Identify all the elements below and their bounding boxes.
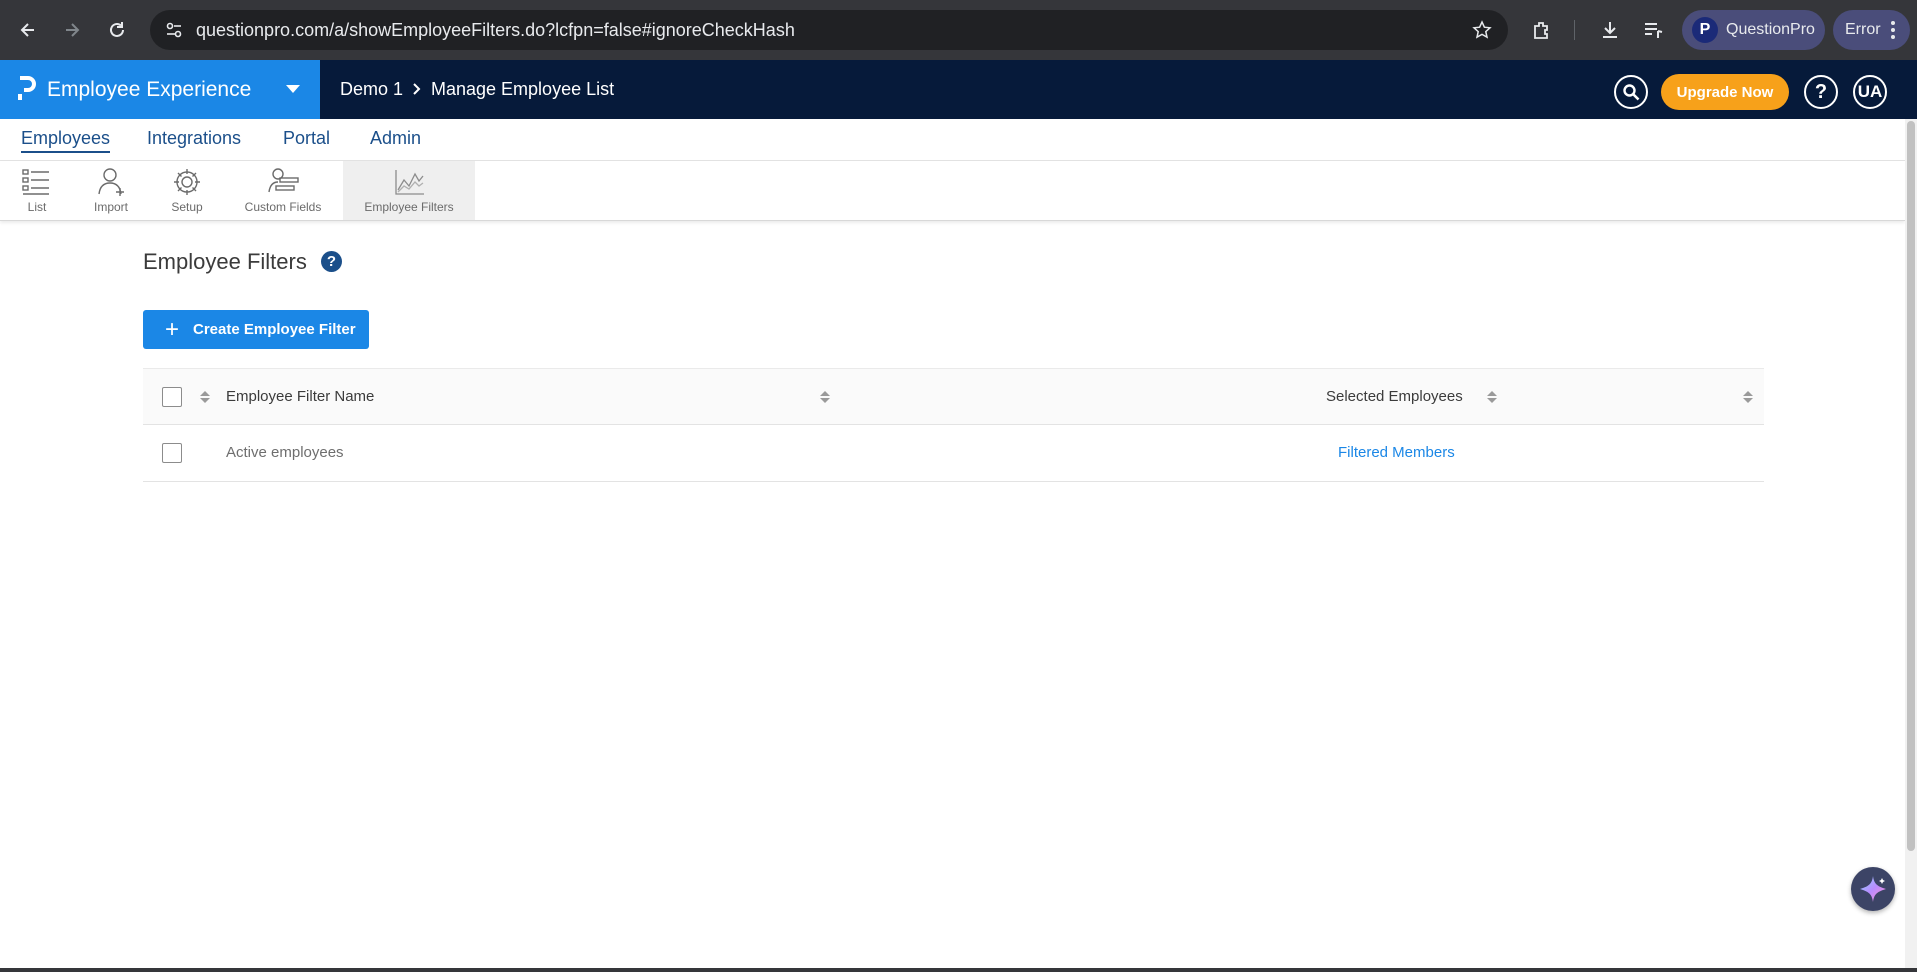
- column-header-filter-name[interactable]: Employee Filter Name: [226, 388, 374, 405]
- table-row: Active employees Filtered Members: [143, 425, 1764, 482]
- scrollbar-thumb[interactable]: [1907, 121, 1915, 851]
- extensions-icon[interactable]: [1526, 14, 1558, 46]
- product-title: Employee Experience: [47, 78, 252, 101]
- error-menu-button[interactable]: Error: [1833, 10, 1910, 50]
- column-header-selected-employees[interactable]: Selected Employees: [1326, 388, 1463, 405]
- profile-avatar: P: [1692, 17, 1718, 43]
- media-queue-icon[interactable]: [1637, 14, 1669, 46]
- user-add-icon: [98, 168, 124, 196]
- url-text[interactable]: questionpro.com/a/showEmployeeFilters.do…: [196, 20, 795, 41]
- subnav-setup-label: Setup: [171, 200, 203, 214]
- toolbar-divider: [1574, 20, 1575, 40]
- search-icon: [1623, 84, 1640, 101]
- page-title: Employee Filters: [143, 249, 307, 274]
- row-checkbox[interactable]: [162, 443, 182, 463]
- user-avatar-button[interactable]: UA: [1853, 75, 1887, 109]
- gear-icon: [174, 169, 200, 195]
- chart-icon: [395, 170, 424, 195]
- download-icon[interactable]: [1594, 14, 1626, 46]
- sort-icon[interactable]: [1487, 391, 1497, 405]
- app-header: Employee Experience Demo 1 Manage Employ…: [0, 60, 1917, 119]
- create-employee-filter-button[interactable]: + Create Employee Filter: [143, 310, 369, 349]
- site-settings-icon[interactable]: [162, 18, 186, 42]
- questionpro-logo-icon: [18, 76, 36, 100]
- upgrade-now-button[interactable]: Upgrade Now: [1661, 74, 1789, 110]
- subnav-import-label: Import: [93, 200, 128, 214]
- subnav-custom-fields[interactable]: Custom Fields: [240, 161, 326, 220]
- sort-icon[interactable]: [1743, 391, 1753, 405]
- table-header-row: Employee Filter Name Selected Employees: [143, 368, 1764, 425]
- profile-button[interactable]: P QuestionPro: [1682, 10, 1825, 50]
- product-switcher[interactable]: Employee Experience: [0, 60, 320, 119]
- bookmark-star-icon[interactable]: [1470, 18, 1494, 42]
- sort-icon[interactable]: [820, 391, 830, 405]
- sparkle-icon: [1860, 876, 1886, 902]
- ai-assistant-button[interactable]: [1851, 867, 1895, 911]
- breadcrumb-project[interactable]: Demo 1: [340, 79, 403, 100]
- page-scrollbar[interactable]: [1905, 119, 1917, 972]
- back-icon[interactable]: [12, 14, 44, 46]
- subnav-list-label: List: [27, 200, 47, 214]
- page: questionpro.com/a/showEmployeeFilters.do…: [0, 0, 1917, 972]
- caret-down-icon: [286, 85, 300, 93]
- help-circle-icon[interactable]: ?: [321, 251, 342, 272]
- custom-fields-icon: [268, 168, 299, 193]
- primary-nav: Employees Integrations Portal Admin: [0, 119, 1905, 161]
- browser-toolbar: questionpro.com/a/showEmployeeFilters.do…: [0, 0, 1917, 60]
- error-label: Error: [1845, 21, 1881, 38]
- select-all-checkbox[interactable]: [162, 387, 182, 407]
- forward-icon[interactable]: [56, 14, 88, 46]
- address-bar[interactable]: questionpro.com/a/showEmployeeFilters.do…: [150, 10, 1508, 50]
- sort-icon[interactable]: [200, 391, 210, 405]
- subnav-employee-filters-label: Employee Filters: [364, 200, 454, 214]
- list-icon: [22, 169, 49, 195]
- create-employee-filter-label: Create Employee Filter: [193, 321, 356, 338]
- employee-filters-table: Employee Filter Name Selected Employees …: [143, 368, 1764, 482]
- chevron-right-icon: [413, 83, 421, 95]
- reload-icon[interactable]: [101, 14, 133, 46]
- subnav-employee-filters[interactable]: Employee Filters: [343, 161, 475, 220]
- plus-icon: +: [165, 315, 180, 343]
- window-bottom-edge: [0, 968, 1917, 972]
- search-button[interactable]: [1614, 75, 1648, 109]
- nav-employees[interactable]: Employees: [21, 128, 111, 153]
- subnav-setup[interactable]: Setup: [164, 161, 210, 220]
- nav-admin[interactable]: Admin: [370, 128, 421, 149]
- subnav-custom-fields-label: Custom Fields: [244, 200, 322, 214]
- more-vert-icon: [1890, 21, 1895, 39]
- nav-portal[interactable]: Portal: [283, 128, 330, 149]
- subnav-list[interactable]: List: [14, 161, 60, 220]
- filtered-members-link[interactable]: Filtered Members: [1338, 444, 1455, 461]
- subnav-import[interactable]: Import: [88, 161, 134, 220]
- nav-integrations[interactable]: Integrations: [147, 128, 241, 149]
- sub-nav-toolbar: List Import Setup Custom Fields Employee…: [0, 161, 1905, 221]
- breadcrumb-current: Manage Employee List: [431, 79, 615, 99]
- profile-name: QuestionPro: [1726, 21, 1815, 38]
- help-button[interactable]: ?: [1804, 75, 1838, 109]
- filter-name-cell: Active employees: [226, 444, 344, 461]
